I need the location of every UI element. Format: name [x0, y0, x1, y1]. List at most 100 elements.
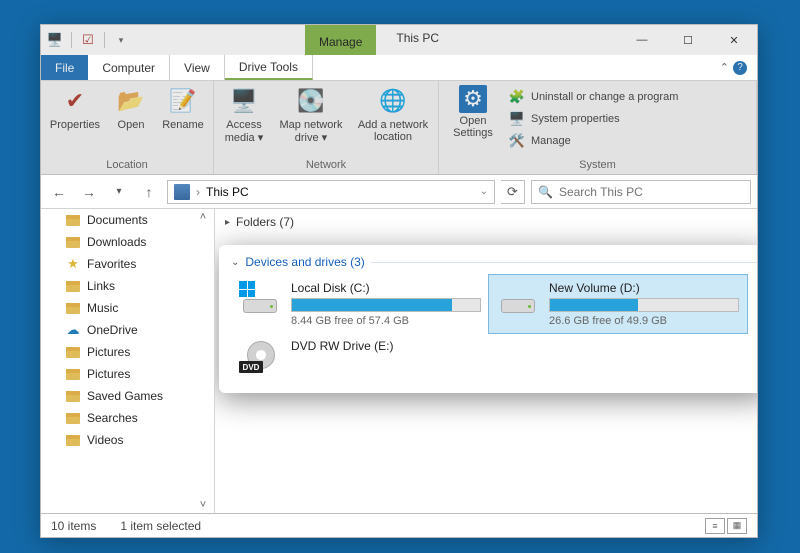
network-location-icon: 🌐 [377, 85, 409, 117]
open-settings-button[interactable]: ⚙ Open Settings [445, 85, 501, 139]
search-input[interactable]: 🔍 Search This PC [531, 180, 751, 204]
media-icon: 🖥️ [228, 85, 260, 117]
drive-c-free-text: 8.44 GB free of 57.4 GB [291, 315, 481, 327]
qat-dropdown-icon[interactable]: ▾ [111, 30, 131, 50]
uninstall-icon: 🧩 [509, 89, 525, 105]
system-properties-button[interactable]: 🖥️ System properties [505, 109, 682, 129]
sidebar-item-label: Favorites [87, 257, 136, 271]
collapse-ribbon-icon[interactable]: ⌃ [720, 61, 729, 74]
drive-d[interactable]: New Volume (D:) 26.6 GB free of 49.9 GB [489, 275, 747, 333]
sidebar-item-onedrive[interactable]: ☁ OneDrive [41, 319, 214, 341]
selection-count: 1 item selected [120, 519, 201, 533]
sidebar-item-pictures[interactable]: Pictures [41, 341, 214, 363]
folder-icon [65, 388, 81, 404]
tab-view[interactable]: View [170, 55, 225, 80]
sidebar-item-pictures[interactable]: Pictures [41, 363, 214, 385]
sidebar-item-links[interactable]: Links [41, 275, 214, 297]
content-pane: ▸ Folders (7) ⌄ Devices and drives (3) [215, 209, 757, 513]
dvd-drive-icon: DVD [239, 339, 281, 373]
drive-d-name: New Volume (D:) [549, 281, 739, 295]
sidebar-item-label: Downloads [87, 235, 146, 249]
drive-d-usage-bar [549, 298, 739, 312]
drive-c-usage-bar [291, 298, 481, 312]
maximize-button[interactable]: ☐ [665, 25, 711, 55]
local-disk-icon [239, 281, 281, 315]
access-media-button[interactable]: 🖥️ Access media ▾ [220, 85, 268, 144]
help-icon[interactable]: ? [733, 61, 747, 75]
folder-icon [65, 212, 81, 228]
system-icon: 🖥️ [509, 111, 525, 127]
forward-button[interactable]: → [77, 180, 101, 204]
file-explorer-window: 🖥️ ☑ ▾ Manage This PC — ☐ ✕ File Compute… [40, 24, 758, 538]
chevron-down-icon: ⌄ [231, 257, 239, 268]
sidebar-item-label: Saved Games [87, 389, 163, 403]
folder-icon [65, 410, 81, 426]
folder-icon [65, 300, 81, 316]
recent-locations-button[interactable]: ▾ [107, 180, 131, 204]
address-bar[interactable]: › This PC ⌄ [167, 180, 495, 204]
star-icon: ★ [65, 256, 81, 272]
details-view-button[interactable]: ≡ [705, 518, 725, 534]
uninstall-program-button[interactable]: 🧩 Uninstall or change a program [505, 87, 682, 107]
group-location-label: Location [41, 157, 213, 174]
sidebar-scroll-up-icon[interactable]: ˄ [196, 211, 210, 223]
devices-section-header[interactable]: ⌄ Devices and drives (3) [231, 255, 757, 275]
status-bar: 10 items 1 item selected ≡ ▦ [41, 513, 757, 537]
up-button[interactable]: ↑ [137, 180, 161, 204]
rename-button[interactable]: 📝 Rename [159, 85, 207, 131]
navigation-bar: ← → ▾ ↑ › This PC ⌄ ⟳ 🔍 Search This PC [41, 175, 757, 209]
sidebar-item-searches[interactable]: Searches [41, 407, 214, 429]
folder-icon [65, 366, 81, 382]
search-icon: 🔍 [538, 185, 553, 199]
chevron-right-icon: ▸ [225, 217, 230, 228]
folder-icon [65, 432, 81, 448]
properties-button[interactable]: ✔ Properties [47, 85, 103, 131]
navigation-pane[interactable]: ˄ Documents Downloads ★ Favorites Links Music… [41, 209, 215, 513]
sidebar-item-label: Links [87, 279, 115, 293]
sidebar-item-saved-games[interactable]: Saved Games [41, 385, 214, 407]
drive-c[interactable]: Local Disk (C:) 8.44 GB free of 57.4 GB [231, 275, 489, 333]
sidebar-item-label: Music [87, 301, 118, 315]
drive-e-name: DVD RW Drive (E:) [291, 339, 481, 353]
window-title: This PC [386, 25, 449, 55]
properties-qat-icon[interactable]: ☑ [78, 30, 98, 50]
drive-c-name: Local Disk (C:) [291, 281, 481, 295]
large-icons-view-button[interactable]: ▦ [727, 518, 747, 534]
checkmark-icon: ✔ [59, 85, 91, 117]
cloud-icon: ☁ [65, 322, 81, 338]
sidebar-item-downloads[interactable]: Downloads [41, 231, 214, 253]
item-count: 10 items [51, 519, 96, 533]
close-button[interactable]: ✕ [711, 25, 757, 55]
folders-section-header[interactable]: ▸ Folders (7) [215, 209, 757, 235]
folder-icon [65, 278, 81, 294]
ribbon: ✔ Properties 📂 Open 📝 Rename Location 🖥️… [41, 81, 757, 175]
settings-gear-icon: ⚙ [459, 85, 487, 113]
rename-icon: 📝 [167, 85, 199, 117]
devices-and-drives-section: ⌄ Devices and drives (3) Local Disk (C:) [219, 245, 757, 393]
sidebar-item-music[interactable]: Music [41, 297, 214, 319]
open-button[interactable]: 📂 Open [107, 85, 155, 131]
manage-button[interactable]: 🛠️ Manage [505, 131, 682, 151]
map-network-drive-button[interactable]: 💽 Map network drive ▾ [272, 85, 350, 144]
drive-d-free-text: 26.6 GB free of 49.9 GB [549, 315, 739, 327]
tab-file[interactable]: File [41, 55, 88, 80]
sidebar-item-label: OneDrive [87, 323, 138, 337]
sidebar-item-videos[interactable]: Videos [41, 429, 214, 451]
sidebar-scroll-down-icon[interactable]: ˅ [196, 499, 210, 511]
quick-access-toolbar: 🖥️ ☑ ▾ [41, 25, 135, 55]
sidebar-item-label: Videos [87, 433, 123, 447]
add-network-location-button[interactable]: 🌐 Add a network location [354, 85, 432, 143]
refresh-button[interactable]: ⟳ [501, 180, 525, 204]
drive-e[interactable]: DVD DVD RW Drive (E:) [231, 333, 489, 379]
sidebar-item-documents[interactable]: Documents [41, 209, 214, 231]
manage-contextual-tab[interactable]: Manage [305, 25, 376, 55]
manage-icon: 🛠️ [509, 133, 525, 149]
local-disk-icon [497, 281, 539, 315]
back-button[interactable]: ← [47, 180, 71, 204]
sidebar-item-favorites[interactable]: ★ Favorites [41, 253, 214, 275]
tab-computer[interactable]: Computer [88, 55, 170, 80]
minimize-button[interactable]: — [619, 25, 665, 55]
tab-drive-tools[interactable]: Drive Tools [225, 55, 313, 80]
sidebar-item-label: Searches [87, 411, 138, 425]
folder-icon [65, 234, 81, 250]
